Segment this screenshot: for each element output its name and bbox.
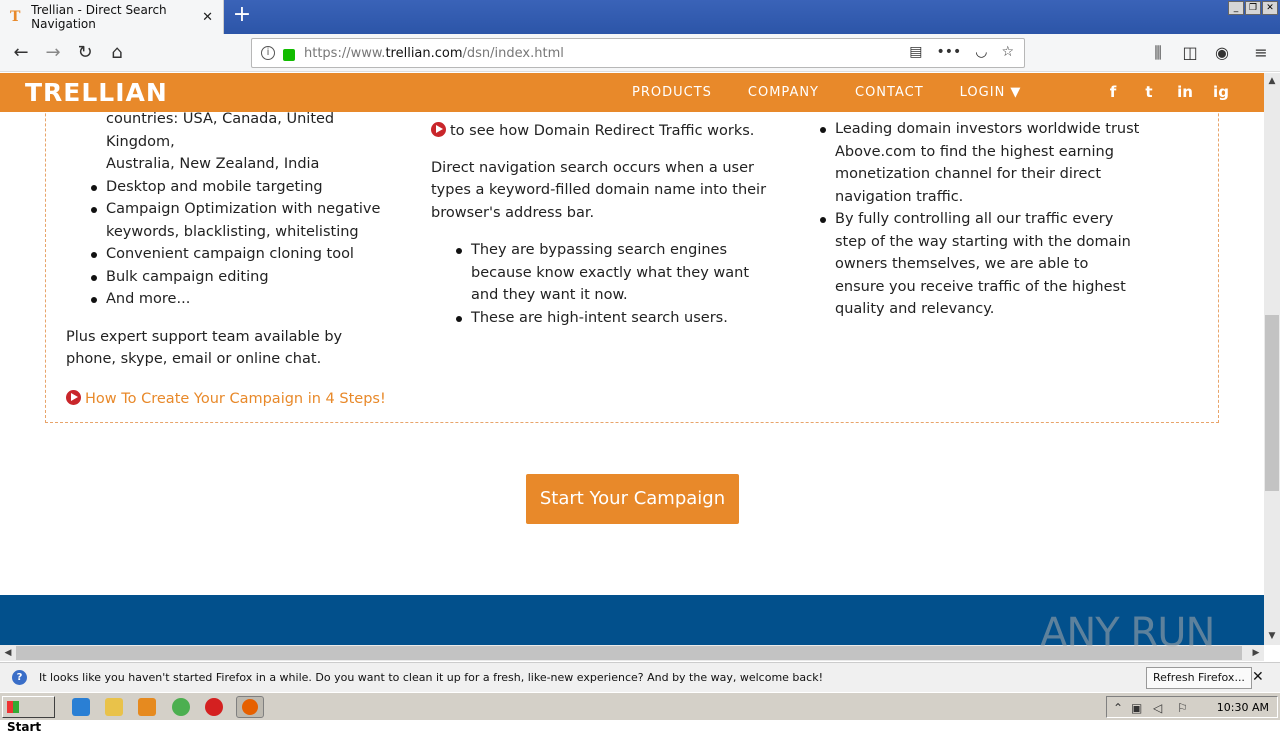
start-campaign-button[interactable]: Start Your Campaign [526,474,739,524]
bookmark-star-icon[interactable]: ☆ [1001,44,1014,60]
linkedin-icon[interactable]: in [1176,83,1194,101]
start-button[interactable]: Start [2,696,55,734]
list-item: Desktop and mobile targeting [86,176,406,199]
library-icon[interactable]: ⫼ [1146,40,1170,66]
clock: 10:30 AM [1216,701,1269,714]
countries-line-2: Australia, New Zealand, India [106,156,320,172]
menu-contact[interactable]: CONTACT [855,85,924,100]
traffic-list: Leading domain investors worldwide trust… [815,118,1140,321]
main-menu: PRODUCTS COMPANY CONTACT LOGIN ▼ [632,73,1057,112]
new-tab-button[interactable]: + [232,4,252,28]
ie-icon[interactable] [72,698,90,716]
scroll-left-arrow-icon[interactable]: ◀ [0,645,16,661]
play-icon[interactable] [431,122,446,137]
list-item: And more... [86,288,406,311]
list-item: Leading domain investors worldwide trust… [815,118,1140,208]
lock-icon[interactable] [283,49,295,61]
support-text: Plus expert support team available by ph… [66,328,343,368]
list-item: Convenient campaign cloning tool [86,243,406,266]
media-player-icon[interactable] [138,698,156,716]
anyrun-watermark: ANY RUN [1040,610,1215,656]
reload-button[interactable]: ↻ [72,40,98,66]
system-tray: ⌃ ▣ ◁ ⚐ 10:30 AM [1106,696,1278,718]
list-item: They are bypassing search engines becaus… [451,239,776,307]
restore-button[interactable]: ❐ [1245,1,1261,15]
countries-line: countries: USA, Canada, United Kingdom, [106,111,335,150]
features-list: Desktop and mobile targeting Campaign Op… [86,176,406,311]
tab-close-icon[interactable]: ✕ [202,10,213,25]
chrome-icon[interactable] [172,698,190,716]
sidebar-icon[interactable]: ◫ [1178,40,1202,66]
list-item: By fully controlling all our traffic eve… [815,208,1140,321]
list-item: Bulk campaign editing [86,266,406,289]
explorer-icon[interactable] [105,698,123,716]
features-column: countries: USA, Canada, United Kingdom, … [66,108,406,410]
list-item: Campaign Optimization with negative keyw… [86,198,406,243]
notification-bar: ? It looks like you haven't started Fire… [0,662,1280,692]
info-icon[interactable]: i [261,46,275,60]
menu-login[interactable]: LOGIN ▼ [960,85,1022,100]
account-icon[interactable]: ◉ [1210,40,1234,66]
question-icon: ? [12,670,27,685]
scroll-down-arrow-icon[interactable]: ▼ [1264,629,1280,643]
notification-close-icon[interactable]: ✕ [1252,669,1264,685]
firefox-taskbar-button[interactable] [236,696,264,718]
back-button[interactable]: ← [8,40,34,66]
menu-icon[interactable]: ≡ [1249,40,1273,66]
site-favicon-icon: T [10,9,21,25]
flag-icon[interactable]: ⚐ [1177,701,1188,715]
browser-tab[interactable]: T Trellian - Direct Search Navigation ✕ [0,0,224,34]
twitter-icon[interactable]: t [1140,83,1158,101]
vertical-scrollbar[interactable]: ▲ ▼ [1264,73,1280,645]
refresh-firefox-button[interactable]: Refresh Firefox... [1146,667,1252,689]
scroll-up-arrow-icon[interactable]: ▲ [1264,74,1280,88]
forward-button[interactable]: → [40,40,66,66]
close-window-button[interactable]: ✕ [1262,1,1278,15]
menu-products[interactable]: PRODUCTS [632,85,712,100]
firefox-icon [242,699,258,715]
direct-navigation-column: to see how Domain Redirect Traffic works… [431,120,776,329]
page-viewport: countries: USA, Canada, United Kingdom, … [0,73,1264,645]
traffic-quality-column: Leading domain investors worldwide trust… [815,118,1140,321]
notification-text: It looks like you haven't started Firefo… [39,671,823,684]
watch-video-line[interactable]: to see how Domain Redirect Traffic works… [431,120,776,143]
reader-view-icon[interactable]: ▤ [909,44,922,60]
site-header: TRELLIAN PRODUCTS COMPANY CONTACT LOGIN … [0,73,1264,112]
play-icon [66,389,81,405]
how-to-link[interactable]: How To Create Your Campaign in 4 Steps! [66,388,406,411]
scroll-right-arrow-icon[interactable]: ▶ [1248,645,1264,661]
list-item: These are high-intent search users. [451,307,776,330]
navigation-toolbar: ← → ↻ ⌂ i https://www.trellian.com/dsn/i… [0,34,1280,72]
dn-list: They are bypassing search engines becaus… [451,239,776,329]
dn-paragraph: Direct navigation search occurs when a u… [431,159,767,221]
vertical-scroll-thumb[interactable] [1265,315,1279,491]
volume-icon[interactable]: ◁ [1153,701,1162,715]
trellian-logo[interactable]: TRELLIAN [25,78,168,107]
tray-expand-icon[interactable]: ⌃ [1113,701,1123,715]
opera-icon[interactable] [205,698,223,716]
facebook-icon[interactable]: f [1104,83,1122,101]
network-icon[interactable]: ▣ [1131,701,1142,715]
window-controls: _ ❐ ✕ [1228,1,1278,15]
instagram-icon[interactable]: ig [1212,83,1230,101]
menu-company[interactable]: COMPANY [748,85,819,100]
minimize-button[interactable]: _ [1228,1,1244,15]
tab-strip: T Trellian - Direct Search Navigation ✕ … [0,0,1280,34]
social-links: f t in ig [1104,83,1230,101]
url-text: https://www.trellian.com/dsn/index.html [304,45,564,61]
taskbar: Start ⌃ ▣ ◁ ⚐ 10:30 AM [0,692,1280,734]
tab-title: Trellian - Direct Search Navigation [31,3,167,31]
address-bar[interactable]: i https://www.trellian.com/dsn/index.htm… [251,38,1025,68]
pocket-icon[interactable]: ◡ [975,44,987,60]
page-actions-icon[interactable]: ••• [936,44,961,60]
windows-flag-icon [7,701,19,713]
address-bar-actions: ▤ ••• ◡ ☆ [909,44,1014,60]
home-button[interactable]: ⌂ [104,40,130,66]
